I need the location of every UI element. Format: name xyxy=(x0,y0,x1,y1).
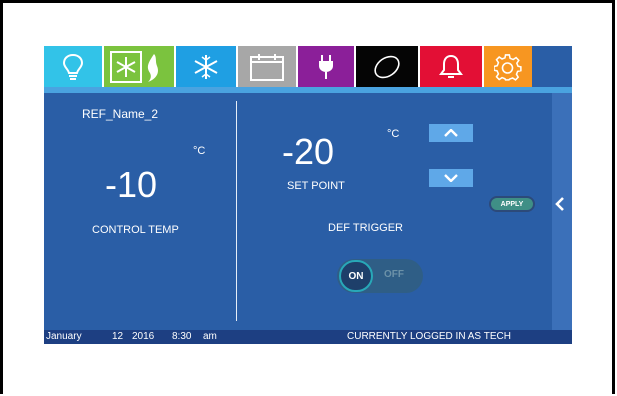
toggle-on-knob: ON xyxy=(339,260,373,292)
setpoint-down-button[interactable] xyxy=(429,169,473,187)
chevron-up-icon xyxy=(444,129,458,137)
toggle-off-label: OFF xyxy=(384,269,404,280)
setpoint-label: SET POINT xyxy=(287,180,345,192)
status-time: 8:30 xyxy=(172,331,192,342)
setpoint-up-button[interactable] xyxy=(429,124,473,142)
tab-defrost[interactable] xyxy=(104,46,176,87)
sensor-icon xyxy=(374,55,400,78)
status-day: 12 xyxy=(112,331,124,342)
chevron-left-icon[interactable] xyxy=(555,197,565,211)
toggle-on-label: ON xyxy=(348,270,364,282)
panel-divider xyxy=(236,101,237,321)
chevron-down-icon xyxy=(444,174,458,182)
apply-label: APPLY xyxy=(500,200,524,208)
tab-bar xyxy=(44,46,572,87)
setpoint-value: -20 xyxy=(282,131,335,172)
calendar-icon xyxy=(250,53,284,81)
controller-screen: REF_Name_2 °C -10 CONTROL TEMP °C -20 SE… xyxy=(44,46,572,344)
status-user: CURRENTLY LOGGED IN AS TECH xyxy=(347,331,511,342)
tab-settings[interactable] xyxy=(484,46,532,87)
control-temp-label: CONTROL TEMP xyxy=(92,224,179,236)
tab-power[interactable] xyxy=(298,46,356,87)
tab-alarms[interactable] xyxy=(420,46,484,87)
lightbulb-icon xyxy=(62,53,84,80)
status-ampm: am xyxy=(203,331,217,342)
apply-button[interactable]: APPLY xyxy=(489,196,535,212)
def-trigger-toggle[interactable]: ON OFF xyxy=(337,259,423,293)
status-bar: January 12 2016 8:30 am CURRENTLY LOGGED… xyxy=(44,330,572,344)
tab-lighting[interactable] xyxy=(44,46,104,87)
snowflake-icon xyxy=(194,54,218,79)
def-trigger-label: DEF TRIGGER xyxy=(328,222,403,234)
defrost-icon xyxy=(110,50,158,83)
gear-icon xyxy=(494,53,522,81)
setpoint-unit: °C xyxy=(387,128,400,140)
unit-name: REF_Name_2 xyxy=(82,107,159,121)
control-temp-unit: °C xyxy=(193,145,206,157)
control-temp-value: -10 xyxy=(105,164,158,205)
plug-icon xyxy=(319,54,333,79)
tab-schedule[interactable] xyxy=(238,46,298,87)
tab-refrigeration[interactable] xyxy=(176,46,238,87)
side-panel-handle[interactable] xyxy=(552,93,572,330)
bell-icon xyxy=(439,54,463,78)
main-panel: REF_Name_2 °C -10 CONTROL TEMP °C -20 SE… xyxy=(44,93,572,330)
status-month: January xyxy=(46,331,82,342)
tab-sensors[interactable] xyxy=(356,46,420,87)
status-year: 2016 xyxy=(132,331,155,342)
